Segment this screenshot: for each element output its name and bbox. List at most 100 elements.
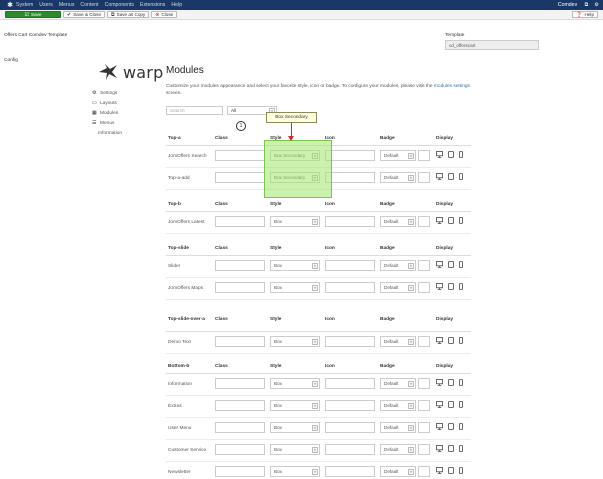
class-input[interactable]: [215, 400, 265, 411]
badge-text-input[interactable]: [418, 150, 430, 161]
phone-icon[interactable]: [459, 337, 463, 344]
save-copy-button[interactable]: ⧉ Save as Copy: [107, 11, 150, 18]
phone-icon[interactable]: [459, 445, 463, 452]
style-select[interactable]: Box ▾: [270, 422, 320, 433]
badge-text-input[interactable]: [418, 378, 430, 389]
style-select[interactable]: Box ▾: [270, 336, 320, 347]
phone-icon[interactable]: [459, 467, 463, 474]
tablet-icon[interactable]: [448, 151, 454, 158]
nav-components[interactable]: Components: [105, 2, 134, 8]
desktop-icon[interactable]: [436, 467, 443, 474]
joomla-icon[interactable]: ✱: [4, 1, 16, 9]
desktop-icon[interactable]: [436, 379, 443, 386]
phone-icon[interactable]: [459, 379, 463, 386]
site-link[interactable]: Comdev ⧉: [552, 2, 589, 9]
badge-text-input[interactable]: [418, 172, 430, 183]
icon-input[interactable]: [325, 400, 375, 411]
tablet-icon[interactable]: [448, 337, 454, 344]
desktop-icon[interactable]: [436, 337, 443, 344]
save-close-button[interactable]: ✔ Save & Close: [63, 11, 106, 18]
search-input[interactable]: Search: [166, 106, 223, 115]
style-select[interactable]: Box ▾: [270, 216, 320, 227]
sidebar-item-menus[interactable]: ☰ Menus: [92, 118, 152, 128]
template-field[interactable]: cd_offerscart: [445, 40, 539, 50]
style-select[interactable]: Box ▾: [270, 400, 320, 411]
style-select[interactable]: Box ▾: [270, 282, 320, 293]
class-input[interactable]: [215, 422, 265, 433]
phone-icon[interactable]: [459, 151, 463, 158]
tablet-icon[interactable]: [448, 401, 454, 408]
nav-menus[interactable]: Menus: [59, 2, 75, 8]
icon-input[interactable]: [325, 378, 375, 389]
badge-select[interactable]: Default ▾: [380, 378, 416, 389]
class-input[interactable]: [215, 216, 265, 227]
badge-select[interactable]: Default ▾: [380, 172, 416, 183]
icon-input[interactable]: [325, 150, 375, 161]
icon-input[interactable]: [325, 172, 375, 183]
phone-icon[interactable]: [459, 423, 463, 430]
class-input[interactable]: [215, 260, 265, 271]
class-input[interactable]: [215, 466, 265, 477]
tablet-icon[interactable]: [448, 173, 454, 180]
badge-text-input[interactable]: [418, 282, 430, 293]
icon-input[interactable]: [325, 444, 375, 455]
tablet-icon[interactable]: [448, 467, 454, 474]
icon-input[interactable]: [325, 422, 375, 433]
nav-help[interactable]: Help: [171, 2, 182, 8]
class-input[interactable]: [215, 336, 265, 347]
tablet-icon[interactable]: [448, 445, 454, 452]
nav-extensions[interactable]: Extensions: [140, 2, 165, 8]
icon-input[interactable]: [325, 466, 375, 477]
desktop-icon[interactable]: [436, 261, 443, 268]
badge-select[interactable]: Default ▾: [380, 422, 416, 433]
desktop-icon[interactable]: [436, 445, 443, 452]
tablet-icon[interactable]: [448, 261, 454, 268]
tablet-icon[interactable]: [448, 283, 454, 290]
sidebar-item-layouts[interactable]: ▭ Layouts: [92, 98, 152, 108]
style-select[interactable]: Box ▾: [270, 378, 320, 389]
desktop-icon[interactable]: [436, 283, 443, 290]
class-input[interactable]: [215, 444, 265, 455]
sidebar-item-settings[interactable]: ⚙ Settings: [92, 88, 152, 98]
class-input[interactable]: [215, 282, 265, 293]
style-select[interactable]: Box ▾: [270, 466, 320, 477]
phone-icon[interactable]: [459, 283, 463, 290]
desktop-icon[interactable]: [436, 173, 443, 180]
badge-select[interactable]: Default ▾: [380, 336, 416, 347]
icon-input[interactable]: [325, 216, 375, 227]
nav-content[interactable]: Content: [80, 2, 98, 8]
phone-icon[interactable]: [459, 173, 463, 180]
icon-input[interactable]: [325, 282, 375, 293]
tablet-icon[interactable]: [448, 217, 454, 224]
icon-input[interactable]: [325, 336, 375, 347]
badge-select[interactable]: Default ▾: [380, 150, 416, 161]
save-button[interactable]: ☑ Save: [5, 11, 61, 18]
badge-text-input[interactable]: [418, 422, 430, 433]
badge-select[interactable]: Default ▾: [380, 466, 416, 477]
badge-text-input[interactable]: [418, 260, 430, 271]
badge-select[interactable]: Default ▾: [380, 282, 416, 293]
badge-text-input[interactable]: [418, 466, 430, 477]
badge-text-input[interactable]: [418, 444, 430, 455]
nav-system[interactable]: System: [16, 2, 33, 8]
style-select[interactable]: Box ▾: [270, 444, 320, 455]
phone-icon[interactable]: [459, 261, 463, 268]
badge-select[interactable]: Default ▾: [380, 260, 416, 271]
help-button[interactable]: ❓ Help: [572, 11, 598, 18]
badge-text-input[interactable]: [418, 336, 430, 347]
tab-config[interactable]: Config: [4, 58, 18, 63]
badge-text-input[interactable]: [418, 400, 430, 411]
desktop-icon[interactable]: [436, 401, 443, 408]
desktop-icon[interactable]: [436, 151, 443, 158]
class-input[interactable]: [215, 172, 265, 183]
sidebar-item-modules[interactable]: ▦ Modules: [92, 108, 152, 118]
icon-input[interactable]: [325, 260, 375, 271]
style-select[interactable]: Box ▾: [270, 260, 320, 271]
desktop-icon[interactable]: [436, 423, 443, 430]
modules-settings-link[interactable]: modules settings: [434, 84, 470, 89]
nav-users[interactable]: Users: [39, 2, 53, 8]
tablet-icon[interactable]: [448, 379, 454, 386]
phone-icon[interactable]: [459, 401, 463, 408]
tablet-icon[interactable]: [448, 423, 454, 430]
badge-select[interactable]: Default ▾: [380, 444, 416, 455]
